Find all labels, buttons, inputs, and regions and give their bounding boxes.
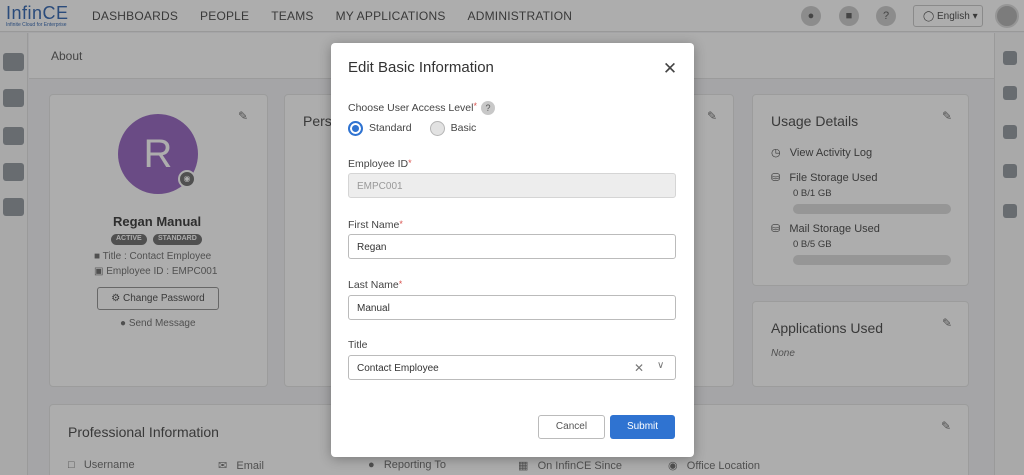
access-level-radio-group: Standard Basic: [348, 119, 494, 137]
employee-id-label-text: Employee ID: [348, 158, 409, 170]
clear-icon[interactable]: ✕: [634, 361, 644, 375]
radio-basic[interactable]: [429, 120, 445, 136]
edit-basic-information-dialog: Edit Basic Information ✕ Choose User Acc…: [331, 43, 694, 457]
employee-id-field: EMPC001: [348, 173, 676, 198]
dialog-title: Edit Basic Information: [348, 59, 494, 76]
access-level-label: Choose User Access Level*?: [348, 101, 495, 115]
access-level-label-text: Choose User Access Level: [348, 101, 474, 114]
required-marker: *: [408, 158, 412, 168]
chevron-down-icon[interactable]: ∨: [657, 360, 664, 371]
required-marker: *: [399, 219, 403, 229]
title-select[interactable]: Contact Employee: [348, 355, 676, 380]
cancel-button[interactable]: Cancel: [538, 415, 605, 439]
radio-standard-label[interactable]: Standard: [369, 122, 412, 134]
submit-button[interactable]: Submit: [610, 415, 675, 439]
employee-id-label: Employee ID*: [348, 158, 412, 170]
required-marker: *: [473, 101, 477, 111]
help-circle-icon[interactable]: ?: [481, 101, 495, 115]
last-name-label: Last Name*: [348, 279, 402, 291]
radio-standard[interactable]: [348, 120, 363, 136]
last-name-label-text: Last Name: [348, 279, 399, 291]
close-icon[interactable]: ✕: [662, 60, 678, 77]
required-marker: *: [398, 279, 403, 289]
first-name-field[interactable]: Regan: [348, 234, 676, 259]
first-name-label-text: First Name: [348, 219, 400, 231]
title-label: Title: [348, 339, 368, 351]
radio-basic-label[interactable]: Basic: [451, 122, 477, 134]
last-name-field[interactable]: Manual: [348, 295, 676, 320]
first-name-label: First Name*: [348, 219, 403, 231]
